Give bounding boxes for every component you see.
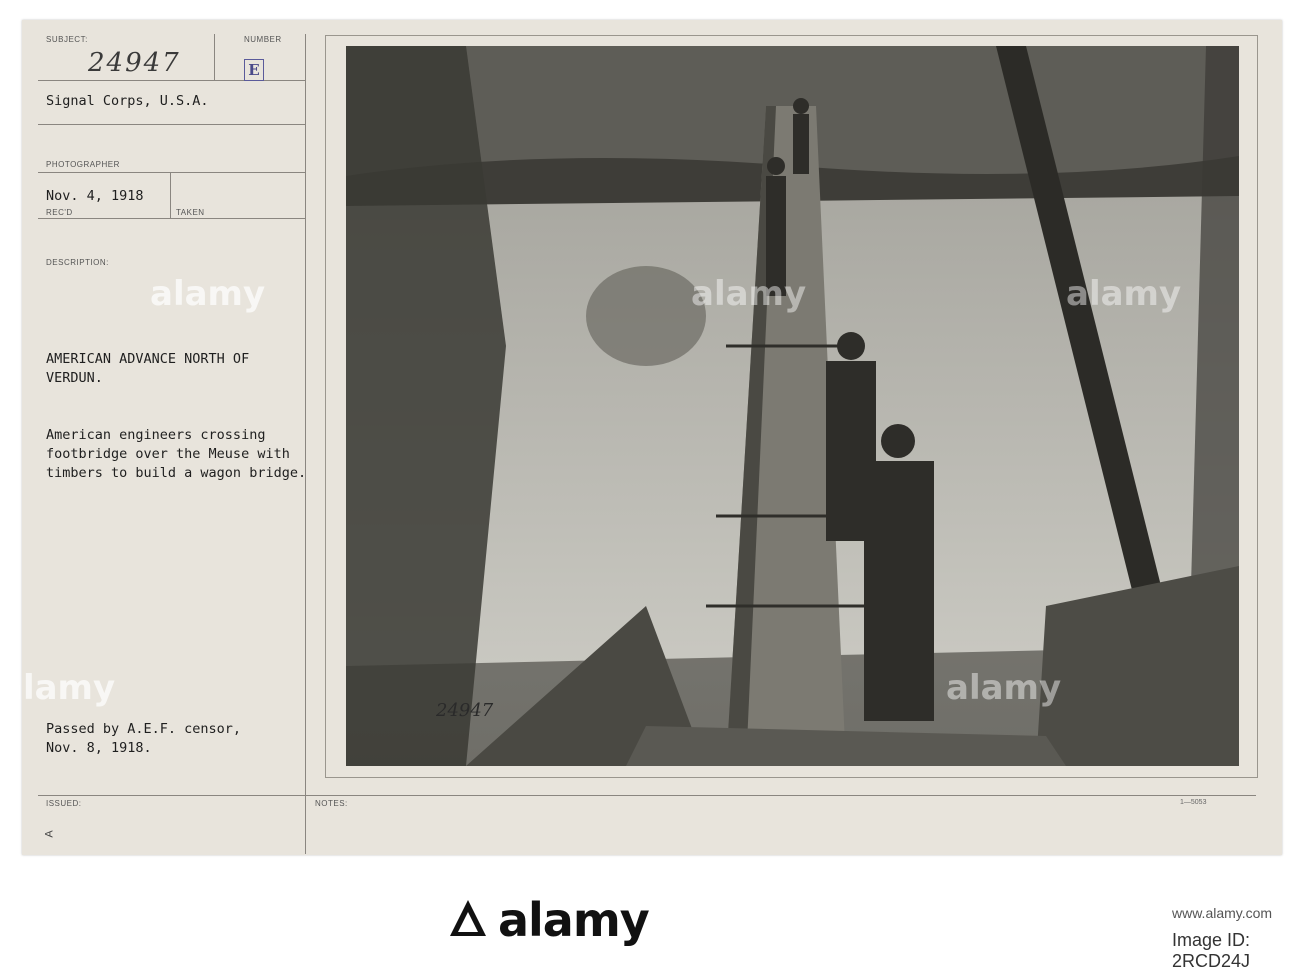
footer-host: www.alamy.com <box>1172 905 1273 921</box>
photo-number-handwritten: 24947 <box>88 48 181 78</box>
description-line-2: footbridge over the Meuse with <box>46 446 290 462</box>
form-line <box>38 124 305 125</box>
headline-line-1: AMERICAN ADVANCE NORTH OF <box>46 351 250 367</box>
recd-label: REC'D <box>46 208 73 217</box>
footer <box>0 876 1300 966</box>
description-line-1: American engineers crossing <box>46 427 266 443</box>
side-mark: A <box>43 830 56 838</box>
notes-label: NOTES: <box>315 799 348 808</box>
photo-scene <box>346 46 1239 766</box>
issued-label: ISSUED: <box>46 799 82 808</box>
photo-inscription: 24947 <box>436 700 494 721</box>
photograph: alamy alamy alamy <box>346 46 1239 766</box>
form-divider <box>170 172 171 218</box>
footer-logo: alamy <box>498 893 650 947</box>
headline-line-2: VERDUN. <box>46 370 103 386</box>
form-line <box>38 218 305 219</box>
censor-line-1: Passed by A.E.F. censor, <box>46 721 242 737</box>
description-label: DESCRIPTION: <box>46 258 109 267</box>
form-divider <box>214 34 215 80</box>
number-label: NUMBER <box>244 35 282 44</box>
number-stamp: E <box>244 59 264 81</box>
subject-label: SUBJECT: <box>46 35 88 44</box>
agency-text: Signal Corps, U.S.A. <box>46 93 209 109</box>
form-code: 1—5053 <box>1180 799 1207 806</box>
watermark: alamy <box>0 668 116 708</box>
taken-label: TAKEN <box>176 208 205 217</box>
watermark: alamy <box>1066 274 1182 314</box>
censor-line-2: Nov. 8, 1918. <box>46 740 152 756</box>
watermark: alamy <box>946 668 1062 708</box>
form-line <box>38 172 305 173</box>
received-date: Nov. 4, 1918 <box>46 188 144 204</box>
watermark: alamy <box>150 274 266 314</box>
photographer-label: PHOTOGRAPHER <box>46 160 120 169</box>
form-line <box>38 80 305 81</box>
watermark: alamy <box>691 274 807 314</box>
alamy-logo-icon <box>450 900 486 936</box>
form-divider <box>305 34 306 854</box>
form-line <box>38 795 1256 796</box>
description-line-3: timbers to build a wagon bridge. <box>46 465 307 481</box>
